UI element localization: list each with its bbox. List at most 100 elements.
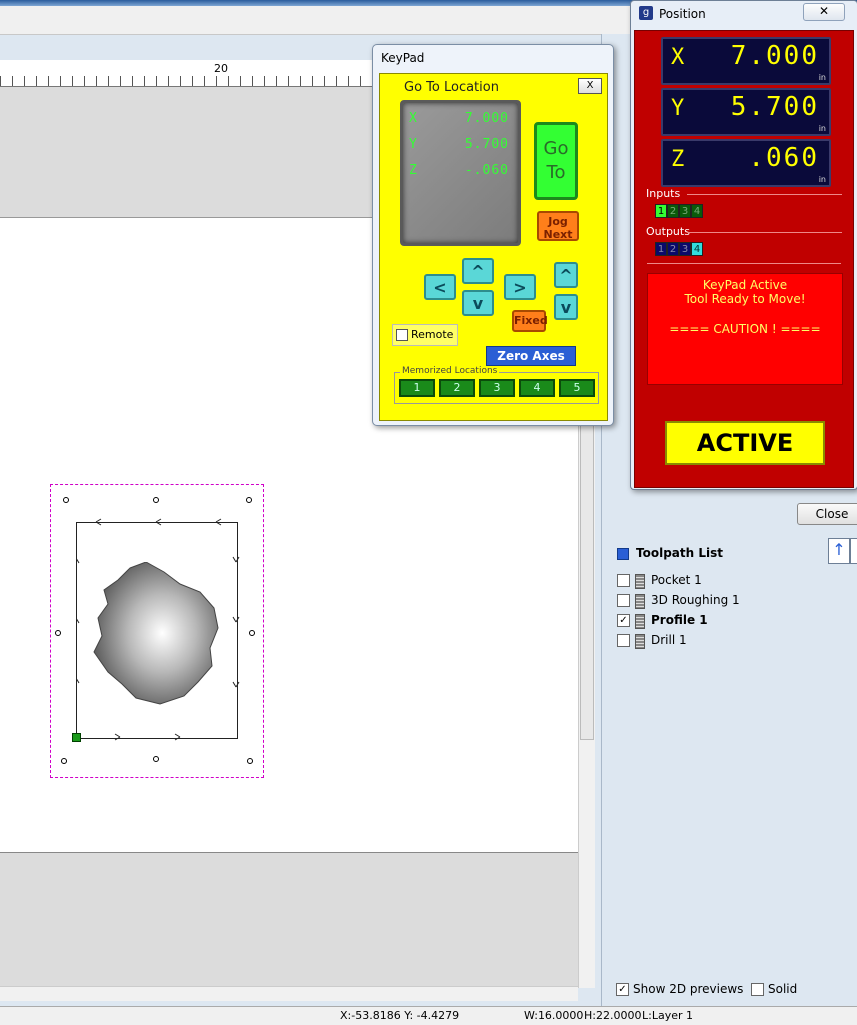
position-window-title: Position <box>659 7 706 21</box>
status-coordinates: X:-53.8186 Y: -4.4279 <box>340 1009 460 1022</box>
keypad-close-button[interactable]: X <box>578 78 602 94</box>
inputs-divider <box>687 194 842 195</box>
lcd-row-z: Z -.060 <box>409 163 509 183</box>
toolpath-list-title: Toolpath List <box>636 546 723 560</box>
dro-axis-value: 5.700 <box>730 92 819 122</box>
message-line: ==== CAUTION ! ==== <box>669 322 821 336</box>
selection-handle[interactable] <box>246 497 252 503</box>
jog-left-button[interactable]: < <box>424 274 456 300</box>
go-to-location-title: Go To Location <box>404 80 499 95</box>
move-up-arrow-icon[interactable]: ↑ <box>828 538 850 564</box>
memorized-location-1-button[interactable]: 1 <box>399 379 435 397</box>
input-indicator-1: 1 <box>655 204 667 218</box>
panel-close-button[interactable]: Close <box>797 503 857 525</box>
selection-handle[interactable] <box>55 630 61 636</box>
memorized-location-4-button[interactable]: 4 <box>519 379 555 397</box>
show-2d-label: Show 2D previews <box>633 982 744 996</box>
canvas-margin-bottom <box>0 852 578 998</box>
selection-handle[interactable] <box>247 758 253 764</box>
remote-option[interactable]: Remote <box>392 324 458 346</box>
toolpath-checkbox[interactable] <box>617 634 630 647</box>
dro-axis-label: Y <box>671 96 685 121</box>
dro-axis-label: Z <box>671 147 685 172</box>
keypad-panel: Go To Location X X 7.000 Y 5.700 Z -.060… <box>379 73 608 421</box>
3d-relief-model <box>93 562 219 705</box>
toolpath-icon <box>635 574 645 589</box>
lcd-axis-label: Z <box>409 163 417 178</box>
output-indicator-2: 2 <box>667 242 679 256</box>
selection-handle[interactable] <box>153 497 159 503</box>
outputs-label: Outputs <box>646 225 690 238</box>
toolpath-start-marker <box>72 733 81 742</box>
memorized-locations-group: 1 2 3 4 5 <box>394 372 599 404</box>
ruler-label: 20 <box>214 62 228 75</box>
toolpath-list-icon <box>617 548 629 560</box>
toolpath-name: Pocket 1 <box>651 573 702 587</box>
lcd-axis-value: 5.700 <box>464 137 509 152</box>
status-layer: L:Layer 1 <box>642 1009 693 1022</box>
close-icon[interactable]: ✕ <box>803 3 845 21</box>
toolpath-checkbox[interactable] <box>617 574 630 587</box>
lcd-axis-value: 7.000 <box>464 111 509 126</box>
selection-handle[interactable] <box>61 758 67 764</box>
input-indicator-3: 3 <box>679 204 691 218</box>
active-button[interactable]: ACTIVE <box>665 421 825 465</box>
solid-checkbox[interactable] <box>751 983 764 996</box>
jog-down-button[interactable]: v <box>462 290 494 316</box>
status-bar: X:-53.8186 Y: -4.4279 W:16.0000 H:22.000… <box>0 1006 857 1025</box>
remote-checkbox[interactable] <box>396 329 408 341</box>
position-panel: X 7.000 in Y 5.700 in Z .060 in Inputs 1… <box>634 30 854 488</box>
lcd-axis-value: -.060 <box>464 163 509 178</box>
output-indicator-4: 4 <box>691 242 703 256</box>
dro-z: Z .060 in <box>661 139 831 187</box>
lcd-row-x: X 7.000 <box>409 111 509 131</box>
toolpath-checkbox-checked-icon[interactable]: ✓ <box>617 614 630 627</box>
horizontal-scrollbar[interactable] <box>0 986 578 1001</box>
keypad-window[interactable]: KeyPad Go To Location X X 7.000 Y 5.700 … <box>372 44 614 426</box>
message-divider <box>647 263 841 264</box>
position-window[interactable]: g Position ✕ X 7.000 in Y 5.700 in Z .06… <box>630 0 857 490</box>
show-2d-checkbox-checked-icon[interactable]: ✓ <box>616 983 629 996</box>
dro-y: Y 5.700 in <box>661 88 831 136</box>
keypad-window-title: KeyPad <box>381 51 425 65</box>
memorized-locations-label: Memorized Locations <box>400 366 500 376</box>
selection-handle[interactable] <box>153 756 159 762</box>
status-message-box: KeyPad Active Tool Ready to Move! ==== C… <box>647 273 843 385</box>
toolpath-icon <box>635 594 645 609</box>
jog-next-button[interactable]: Jog Next <box>537 211 579 241</box>
lcd-axis-label: X <box>409 111 417 126</box>
dro-axis-value: 7.000 <box>730 41 819 71</box>
lcd-axis-label: Y <box>409 137 417 152</box>
output-indicator-1: 1 <box>655 242 667 256</box>
status-height: H:22.0000 <box>584 1009 642 1022</box>
jog-right-button[interactable]: > <box>504 274 536 300</box>
message-line: Tool Ready to Move! <box>684 292 806 306</box>
keypad-lcd-display: X 7.000 Y 5.700 Z -.060 <box>400 100 521 246</box>
status-width: W:16.0000 <box>524 1009 584 1022</box>
memorized-location-2-button[interactable]: 2 <box>439 379 475 397</box>
solid-label: Solid <box>768 982 798 996</box>
dro-unit: in <box>818 73 826 82</box>
lcd-row-y: Y 5.700 <box>409 137 509 157</box>
jog-z-down-button[interactable]: v <box>554 294 578 320</box>
toolpath-checkbox[interactable] <box>617 594 630 607</box>
remote-label: Remote <box>411 328 454 341</box>
selection-handle[interactable] <box>63 497 69 503</box>
jog-z-up-button[interactable]: ^ <box>554 262 578 288</box>
memorized-location-3-button[interactable]: 3 <box>479 379 515 397</box>
go-to-button[interactable]: Go To <box>534 122 578 200</box>
selection-handle[interactable] <box>249 630 255 636</box>
move-down-arrow-icon[interactable] <box>850 538 857 564</box>
toolpath-name: 3D Roughing 1 <box>651 593 740 607</box>
dro-axis-value: .060 <box>748 143 819 173</box>
output-indicator-3: 3 <box>679 242 691 256</box>
toolbar <box>0 6 640 35</box>
fixed-toggle-button[interactable]: Fixed <box>512 310 548 332</box>
outputs-divider <box>687 232 842 233</box>
message-line: KeyPad Active <box>702 278 788 292</box>
zero-axes-button[interactable]: Zero Axes <box>486 346 576 366</box>
app-icon: g <box>639 6 653 20</box>
jog-up-button[interactable]: ^ <box>462 258 494 284</box>
memorized-location-5-button[interactable]: 5 <box>559 379 595 397</box>
dro-unit: in <box>818 175 826 184</box>
